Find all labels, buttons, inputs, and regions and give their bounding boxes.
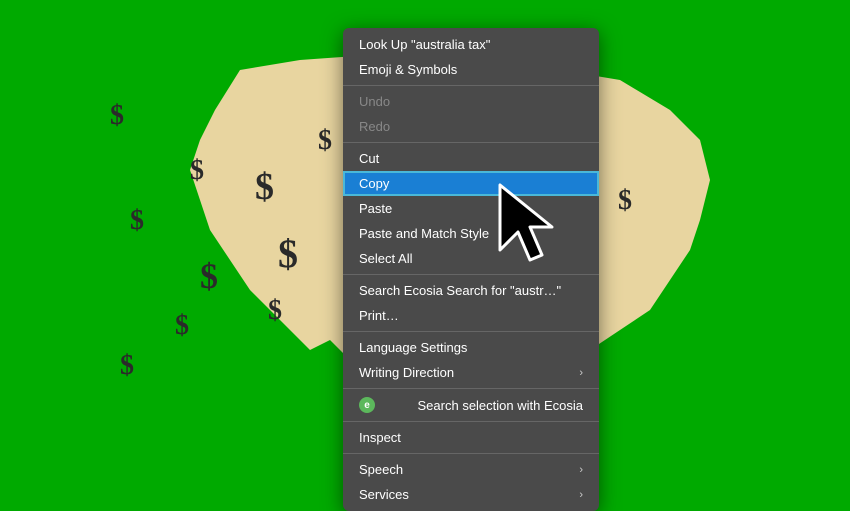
menu-item-print[interactable]: Print…	[343, 303, 599, 328]
dollar-sign: $	[278, 230, 298, 277]
dollar-sign: $	[130, 205, 144, 237]
menu-item-paste[interactable]: Paste	[343, 196, 599, 221]
separator-5	[343, 388, 599, 389]
chevron-right-icon: ›	[579, 464, 583, 476]
chevron-right-icon: ›	[579, 489, 583, 501]
separator-1	[343, 85, 599, 86]
dollar-sign: $	[318, 125, 332, 157]
menu-item-search-ecosia[interactable]: Search Ecosia Search for "austr…"	[343, 278, 599, 303]
menu-item-inspect[interactable]: Inspect	[343, 425, 599, 450]
separator-6	[343, 421, 599, 422]
dollar-sign: $	[618, 185, 632, 217]
dollar-sign: $	[190, 155, 204, 187]
menu-item-look-up[interactable]: Look Up "australia tax"	[343, 32, 599, 57]
menu-item-paste-match[interactable]: Paste and Match Style	[343, 221, 599, 246]
menu-item-copy[interactable]: Copy	[343, 171, 599, 196]
ecosia-logo-icon: e	[359, 397, 375, 413]
menu-item-select-all[interactable]: Select All	[343, 246, 599, 271]
dollar-sign: $	[268, 295, 282, 327]
dollar-sign: $	[175, 310, 189, 342]
menu-item-search-selection-ecosia[interactable]: e Search selection with Ecosia	[343, 392, 599, 418]
menu-item-speech[interactable]: Speech ›	[343, 457, 599, 482]
dollar-sign: $	[255, 165, 274, 209]
separator-3	[343, 274, 599, 275]
menu-item-services[interactable]: Services ›	[343, 482, 599, 507]
separator-2	[343, 142, 599, 143]
menu-item-writing-direction[interactable]: Writing Direction ›	[343, 360, 599, 385]
dollar-sign: $	[110, 100, 124, 132]
menu-item-language[interactable]: Language Settings	[343, 335, 599, 360]
separator-7	[343, 453, 599, 454]
menu-item-redo: Redo	[343, 114, 599, 139]
menu-item-cut[interactable]: Cut	[343, 146, 599, 171]
dollar-sign: $	[200, 255, 218, 297]
dollar-sign: $	[120, 350, 134, 382]
menu-item-undo: Undo	[343, 89, 599, 114]
menu-item-emoji[interactable]: Emoji & Symbols	[343, 57, 599, 82]
chevron-right-icon: ›	[579, 367, 583, 379]
separator-4	[343, 331, 599, 332]
context-menu: Look Up "australia tax" Emoji & Symbols …	[343, 28, 599, 511]
